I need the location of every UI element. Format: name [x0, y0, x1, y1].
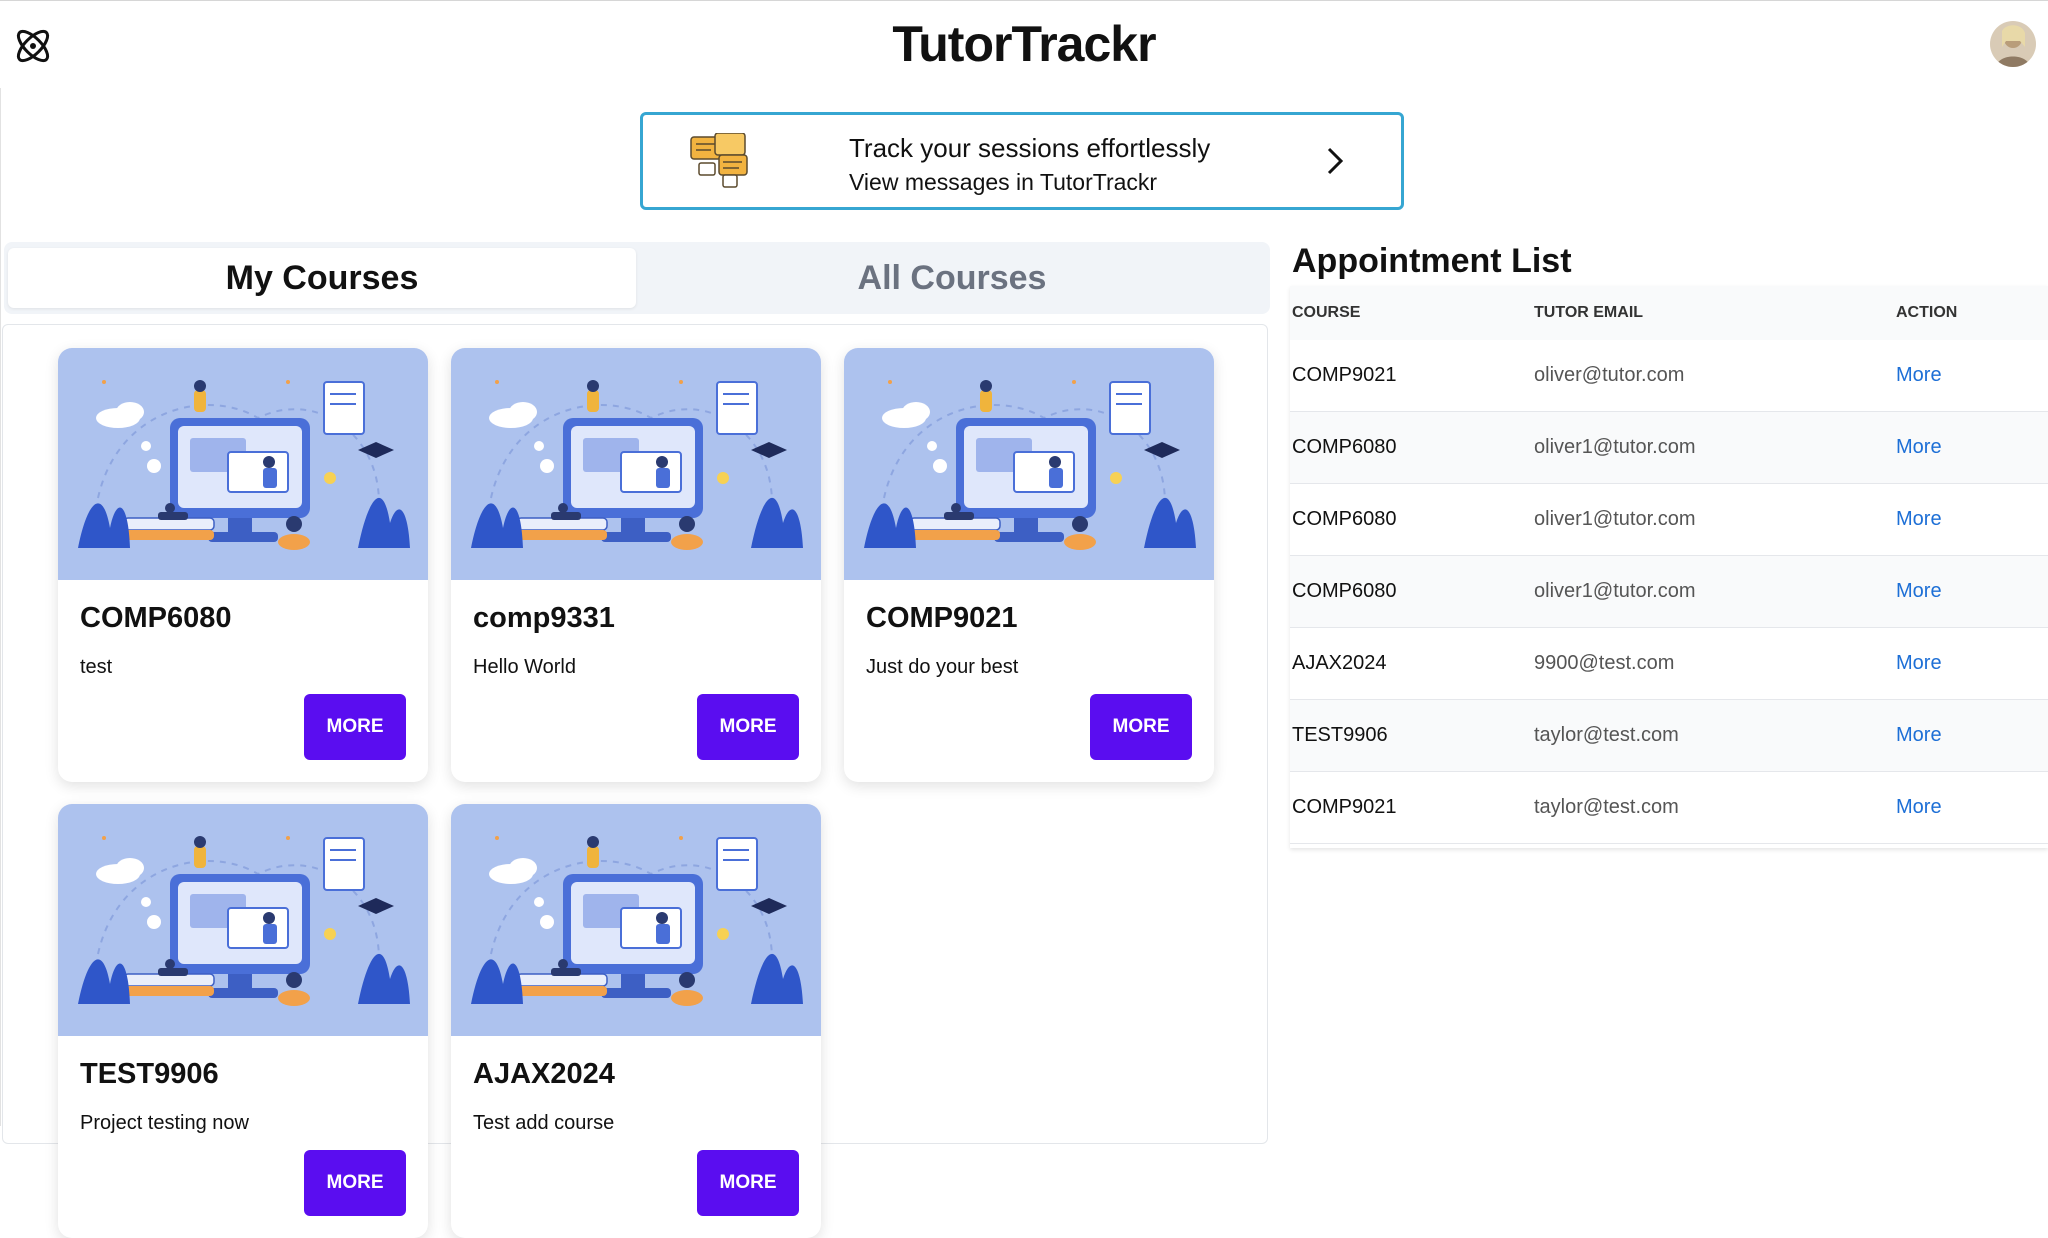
course-description: Project testing now [80, 1112, 249, 1134]
course-more-button[interactable]: MORE [697, 694, 799, 760]
course-description: test [80, 656, 113, 678]
appointment-course: COMP6080 [1292, 436, 1397, 458]
course-description: Hello World [473, 656, 576, 678]
course-list-panel: COMP6080 test MORE comp9331 Hello World … [2, 324, 1268, 1238]
course-tabs: My Courses All Courses [4, 242, 1270, 314]
appointment-tutor-email: taylor@test.com [1534, 796, 1679, 818]
column-header-course: COURSE [1292, 304, 1361, 321]
course-illustration [451, 348, 821, 580]
column-header-tutor-email: TUTOR EMAIL [1534, 304, 1644, 321]
page-left-border [0, 88, 1, 1126]
appointment-more-link[interactable]: More [1896, 436, 1942, 459]
appointment-more-link[interactable]: More [1896, 652, 1942, 675]
appointment-course: COMP9021 [1292, 364, 1397, 386]
tab-all-courses[interactable]: All Courses [638, 248, 1266, 308]
course-illustration [58, 348, 428, 580]
chevron-right-icon [1327, 147, 1344, 175]
user-avatar[interactable] [1990, 21, 2036, 67]
course-code: AJAX2024 [473, 1058, 615, 1090]
course-more-button[interactable]: MORE [1090, 694, 1192, 760]
course-code: comp9331 [473, 602, 615, 634]
course-code: COMP6080 [80, 602, 232, 634]
appointment-row: TEST9906 taylor@test.com More [1290, 700, 2048, 772]
tab-my-courses[interactable]: My Courses [8, 248, 636, 308]
appointment-list-title: Appointment List [1292, 242, 1572, 280]
appointment-row: AJAX2024 9900@test.com More [1290, 628, 2048, 700]
appointment-more-link[interactable]: More [1896, 796, 1942, 819]
banner-headline: Track your sessions effortlessly [849, 133, 1211, 163]
appointment-tutor-email: oliver@tutor.com [1534, 364, 1685, 386]
column-header-action: ACTION [1896, 304, 1958, 321]
appointment-tutor-email: oliver1@tutor.com [1534, 436, 1696, 458]
appointment-course: COMP6080 [1292, 580, 1397, 602]
banner-subtext: View messages in TutorTrackr [849, 169, 1158, 195]
course-more-button[interactable]: MORE [304, 694, 406, 760]
appointment-table: COURSE TUTOR EMAIL ACTION COMP9021 olive… [1290, 286, 2048, 848]
course-illustration [58, 804, 428, 1036]
course-card: TEST9906 Project testing now MORE [58, 804, 428, 1238]
course-illustration [844, 348, 1214, 580]
appointment-course: AJAX2024 [1292, 652, 1387, 674]
appointment-tutor-email: oliver1@tutor.com [1534, 580, 1696, 602]
course-description: Test add course [473, 1112, 615, 1134]
appointment-more-link[interactable]: More [1896, 364, 1942, 387]
appointment-row: COMP6080 oliver1@tutor.com More [1290, 556, 2048, 628]
appointment-course: COMP6080 [1292, 508, 1397, 530]
appointment-table-header: COURSE TUTOR EMAIL ACTION [1290, 286, 2048, 340]
course-card: AJAX2024 Test add course MORE [451, 804, 821, 1238]
course-card: comp9331 Hello World MORE [451, 348, 821, 782]
appointment-tutor-email: taylor@test.com [1534, 724, 1679, 746]
appointment-row: COMP9021 taylor@test.com More [1290, 772, 2048, 844]
chat-bubbles-icon [690, 133, 748, 188]
appointment-row: COMP9021 oliver@tutor.com More [1290, 340, 2048, 412]
course-description: Just do your best [866, 656, 1019, 678]
top-bar: TutorTrackr [0, 0, 2048, 88]
appointment-row: COMP6080 oliver1@tutor.com More [1290, 484, 2048, 556]
course-more-button[interactable]: MORE [697, 1150, 799, 1216]
appointment-tutor-email: oliver1@tutor.com [1534, 508, 1696, 530]
appointment-course: TEST9906 [1292, 724, 1388, 746]
appointment-more-link[interactable]: More [1896, 724, 1942, 747]
course-card: COMP9021 Just do your best MORE [844, 348, 1214, 782]
appointment-row: COMP6080 oliver1@tutor.com More [1290, 412, 2048, 484]
appointment-course: COMP9021 [1292, 796, 1397, 818]
app-title: TutorTrackr [892, 16, 1156, 72]
course-more-button[interactable]: MORE [304, 1150, 406, 1216]
appointment-more-link[interactable]: More [1896, 580, 1942, 603]
course-card: COMP6080 test MORE [58, 348, 428, 782]
course-code: COMP9021 [866, 602, 1018, 634]
messages-banner[interactable]: Track your sessions effortlessly View me… [640, 112, 1404, 210]
course-illustration [451, 804, 821, 1036]
course-code: TEST9906 [80, 1058, 219, 1090]
appointment-more-link[interactable]: More [1896, 508, 1942, 531]
appointment-tutor-email: 9900@test.com [1534, 652, 1675, 674]
